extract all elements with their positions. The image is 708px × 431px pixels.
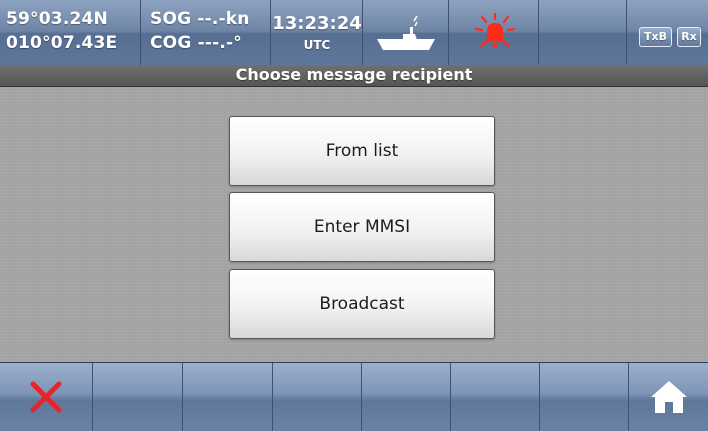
page-title: Choose message recipient <box>0 65 708 87</box>
vessel-status-button[interactable] <box>363 0 449 65</box>
rx-indicator[interactable]: Rx <box>677 27 701 47</box>
soft-key-4[interactable] <box>273 363 362 431</box>
longitude-value: 010°07.43E <box>6 33 118 53</box>
broadcast-button[interactable]: Broadcast <box>229 269 495 339</box>
enter-mmsi-button[interactable]: Enter MMSI <box>229 192 495 262</box>
io-indicators: TxB Rx <box>627 0 708 65</box>
status-empty-slot <box>539 0 627 65</box>
cog-value: COG ---.-° <box>150 33 242 53</box>
tx-indicator[interactable]: TxB <box>639 27 672 47</box>
speed-course-display[interactable]: SOG --.-kn COG ---.-° <box>141 0 271 65</box>
cancel-button[interactable] <box>0 363 93 431</box>
from-list-button[interactable]: From list <box>229 116 495 186</box>
recipient-choice-panel: From list Enter MMSI Broadcast <box>0 87 708 362</box>
soft-key-7[interactable] <box>540 363 629 431</box>
vessel-icon <box>377 15 435 50</box>
alarm-button[interactable] <box>449 0 539 65</box>
latitude-value: 59°03.24N <box>6 9 108 29</box>
alarm-bell-icon <box>474 12 516 48</box>
time-display[interactable]: 13:23:24 UTC <box>271 0 363 65</box>
time-zone-label: UTC <box>303 38 331 52</box>
soft-key-2[interactable] <box>93 363 183 431</box>
home-icon <box>650 381 687 413</box>
soft-key-3[interactable] <box>183 363 273 431</box>
close-icon <box>30 381 62 413</box>
home-button[interactable] <box>629 363 708 431</box>
sog-value: SOG --.-kn <box>150 9 250 29</box>
soft-key-6[interactable] <box>451 363 540 431</box>
soft-key-bar <box>0 362 708 431</box>
soft-key-5[interactable] <box>362 363 451 431</box>
position-display[interactable]: 59°03.24N 010°07.43E <box>0 0 141 65</box>
status-bar: 59°03.24N 010°07.43E SOG --.-kn COG ---.… <box>0 0 708 66</box>
time-value: 13:23:24 <box>272 13 362 34</box>
